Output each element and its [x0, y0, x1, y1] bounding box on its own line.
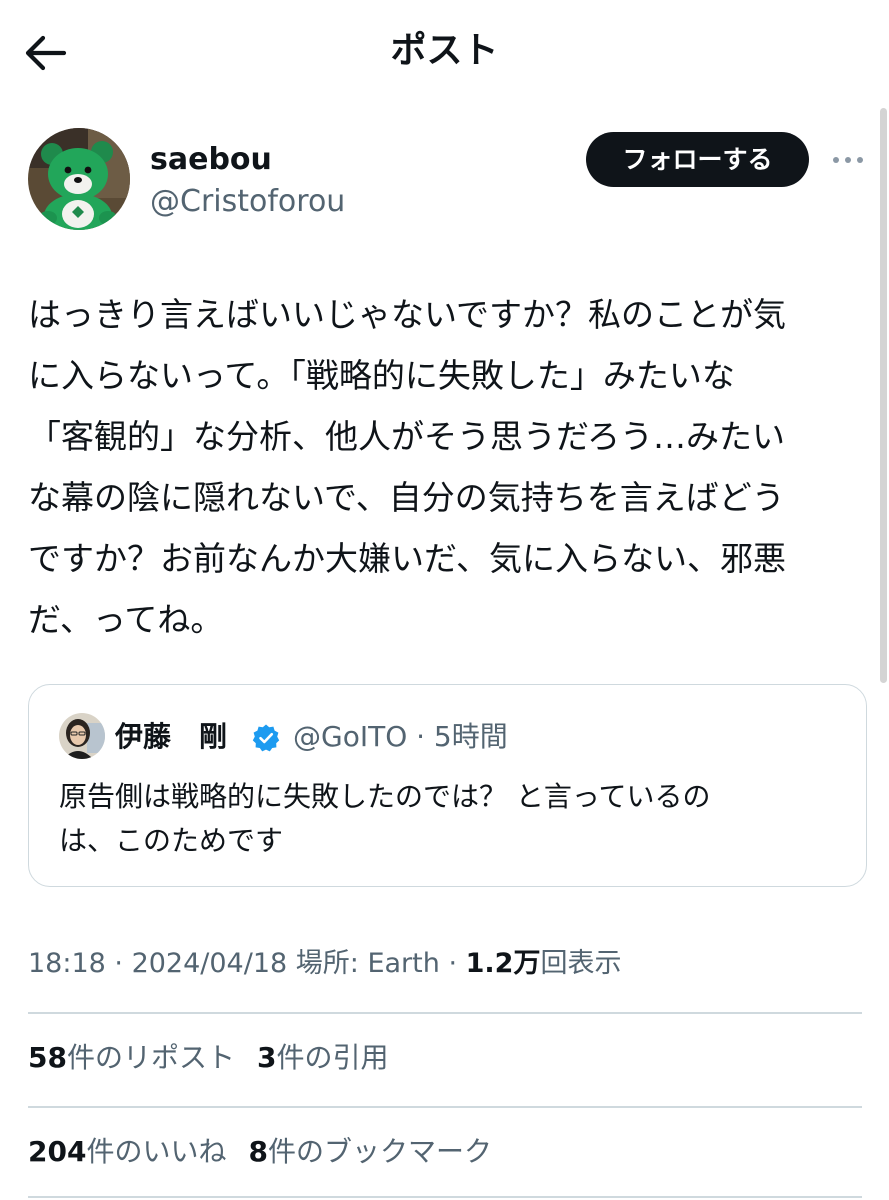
verified-badge-icon: [252, 724, 280, 752]
post-meta: 18:18 · 2024/04/18 場所: Earth · 1.2万回表示: [28, 942, 621, 986]
quotes-stat[interactable]: 3件の引用: [257, 1041, 389, 1074]
post-text: はっきり言えばいいじゃないですか？私のことが気 に入らないって。「戦略的に失敗し…: [28, 284, 873, 650]
post-text-line: 「客観的」な分析、他人がそう思うだろう…みたい: [28, 417, 786, 456]
post-time[interactable]: 18:18: [28, 948, 106, 979]
post-location: 場所: Earth: [287, 948, 440, 979]
ellipsis-icon: [833, 157, 863, 163]
reposts-count: 58: [28, 1041, 67, 1074]
post-date[interactable]: 2024/04/18: [132, 948, 288, 979]
post-text-line: に入らないって。「戦略的に失敗した」みたいな: [28, 356, 735, 395]
meta-separator: ·: [105, 948, 132, 979]
quotes-count: 3: [256, 1041, 277, 1074]
post-text-line: な幕の陰に隠れないで、自分の気持ちを言えばどう: [28, 478, 785, 517]
bookmarks-count: 8: [248, 1135, 268, 1168]
author-display-name[interactable]: saebou: [150, 140, 272, 180]
divider: [28, 1196, 862, 1198]
post-text-line: だ、ってね。: [28, 600, 224, 639]
stats-row-likes: 204件のいいね 8件のブックマーク: [28, 1130, 514, 1174]
bookmarks-label: 件のブックマーク: [267, 1135, 492, 1168]
quoted-post-card[interactable]: 伊藤 剛 @GoITO · 5時間 原告側は戦略的に失敗したのでは？ と言ってい…: [28, 684, 867, 887]
more-options-button[interactable]: [830, 146, 866, 174]
divider: [28, 1106, 862, 1108]
likes-label: 件のいいね: [86, 1135, 227, 1168]
stats-row-reposts: 58件のリポスト 3件の引用: [28, 1036, 410, 1080]
meta-separator: ·: [439, 948, 466, 979]
person-avatar-image: [59, 713, 105, 759]
author-avatar[interactable]: [28, 128, 130, 230]
divider: [28, 1012, 862, 1014]
post-text-line: ですか？お前なんか大嫌いだ、気に入らない、邪悪: [28, 539, 787, 578]
quote-text: 原告側は戦略的に失敗したのでは？ と言っているの は、このためです: [59, 775, 849, 863]
top-bar: ポスト: [0, 0, 889, 100]
quote-text-line: は、このためです: [59, 824, 284, 857]
quote-text-line: 原告側は戦略的に失敗したのでは？ と言っているの: [59, 780, 711, 813]
likes-stat[interactable]: 204件のいいね: [28, 1135, 226, 1168]
views-label: 回表示: [540, 948, 622, 979]
verified-badge: [251, 723, 281, 753]
likes-count: 204: [28, 1135, 87, 1168]
quote-author-name[interactable]: 伊藤 剛: [115, 717, 227, 757]
views-count: 1.2万: [465, 948, 541, 979]
reposts-stat[interactable]: 58件のリポスト: [28, 1041, 235, 1074]
post-text-line: はっきり言えばいいじゃないですか？私のことが気: [28, 295, 787, 334]
bear-avatar-image: [28, 128, 130, 230]
scrollbar[interactable]: [880, 108, 887, 683]
reposts-label: 件のリポスト: [66, 1041, 235, 1074]
bookmarks-stat[interactable]: 8件のブックマーク: [248, 1135, 492, 1168]
quotes-label: 件の引用: [276, 1041, 389, 1074]
author-handle[interactable]: @Cristoforou: [150, 182, 345, 222]
quote-author-avatar[interactable]: [59, 713, 105, 759]
quote-handle-time[interactable]: @GoITO · 5時間: [293, 717, 508, 757]
page-title: ポスト: [390, 30, 499, 71]
follow-button[interactable]: フォローする: [586, 132, 809, 187]
